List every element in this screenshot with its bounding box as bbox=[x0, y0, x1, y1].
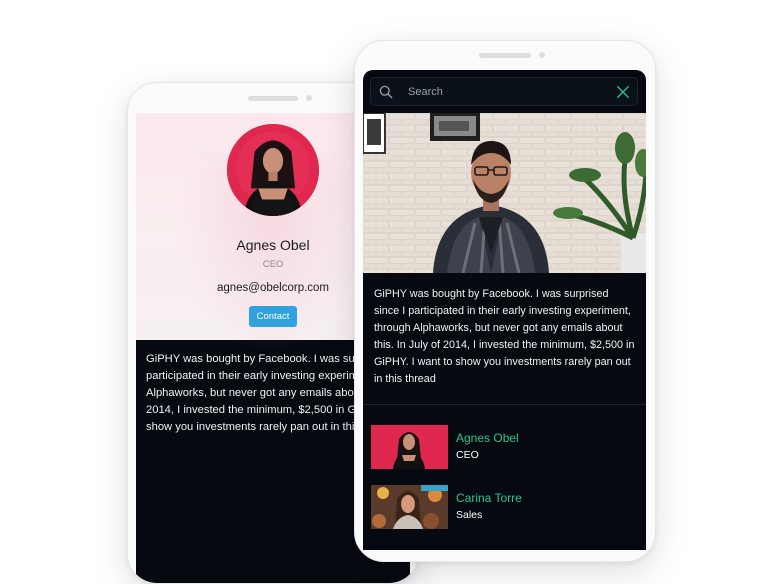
user-name[interactable]: Agnes Obel bbox=[456, 431, 519, 445]
user-name[interactable]: Carina Torre bbox=[456, 491, 522, 505]
user-thumbnail bbox=[371, 425, 448, 469]
search-input[interactable] bbox=[408, 82, 598, 101]
search-bar[interactable] bbox=[370, 77, 638, 106]
contact-button[interactable]: Contact bbox=[249, 306, 297, 327]
woman-portrait-image bbox=[371, 485, 448, 529]
section-divider bbox=[363, 404, 646, 405]
profile-avatar bbox=[227, 124, 319, 216]
user-role: CEO bbox=[456, 449, 479, 461]
woman-portrait-image bbox=[371, 425, 448, 469]
phone-camera bbox=[306, 95, 312, 101]
post-text: GiPHY was bought by Facebook. I was surp… bbox=[374, 288, 635, 385]
post-hero-image bbox=[363, 113, 646, 273]
user-list-item[interactable]: Carina Torre Sales bbox=[371, 485, 641, 529]
phone-speaker bbox=[248, 96, 298, 101]
user-role: Sales bbox=[456, 509, 483, 521]
search-icon[interactable] bbox=[379, 85, 393, 99]
phone-camera bbox=[539, 52, 545, 58]
user-thumbnail bbox=[371, 485, 448, 529]
user-list-item[interactable]: Agnes Obel CEO bbox=[371, 425, 641, 469]
feed-screen: GiPHY was bought by Facebook. I was surp… bbox=[363, 70, 646, 550]
phone-speaker bbox=[479, 53, 531, 58]
woman-portrait-image bbox=[227, 124, 319, 216]
close-icon[interactable] bbox=[616, 85, 630, 99]
feed-phone-frame: GiPHY was bought by Facebook. I was surp… bbox=[354, 40, 656, 562]
